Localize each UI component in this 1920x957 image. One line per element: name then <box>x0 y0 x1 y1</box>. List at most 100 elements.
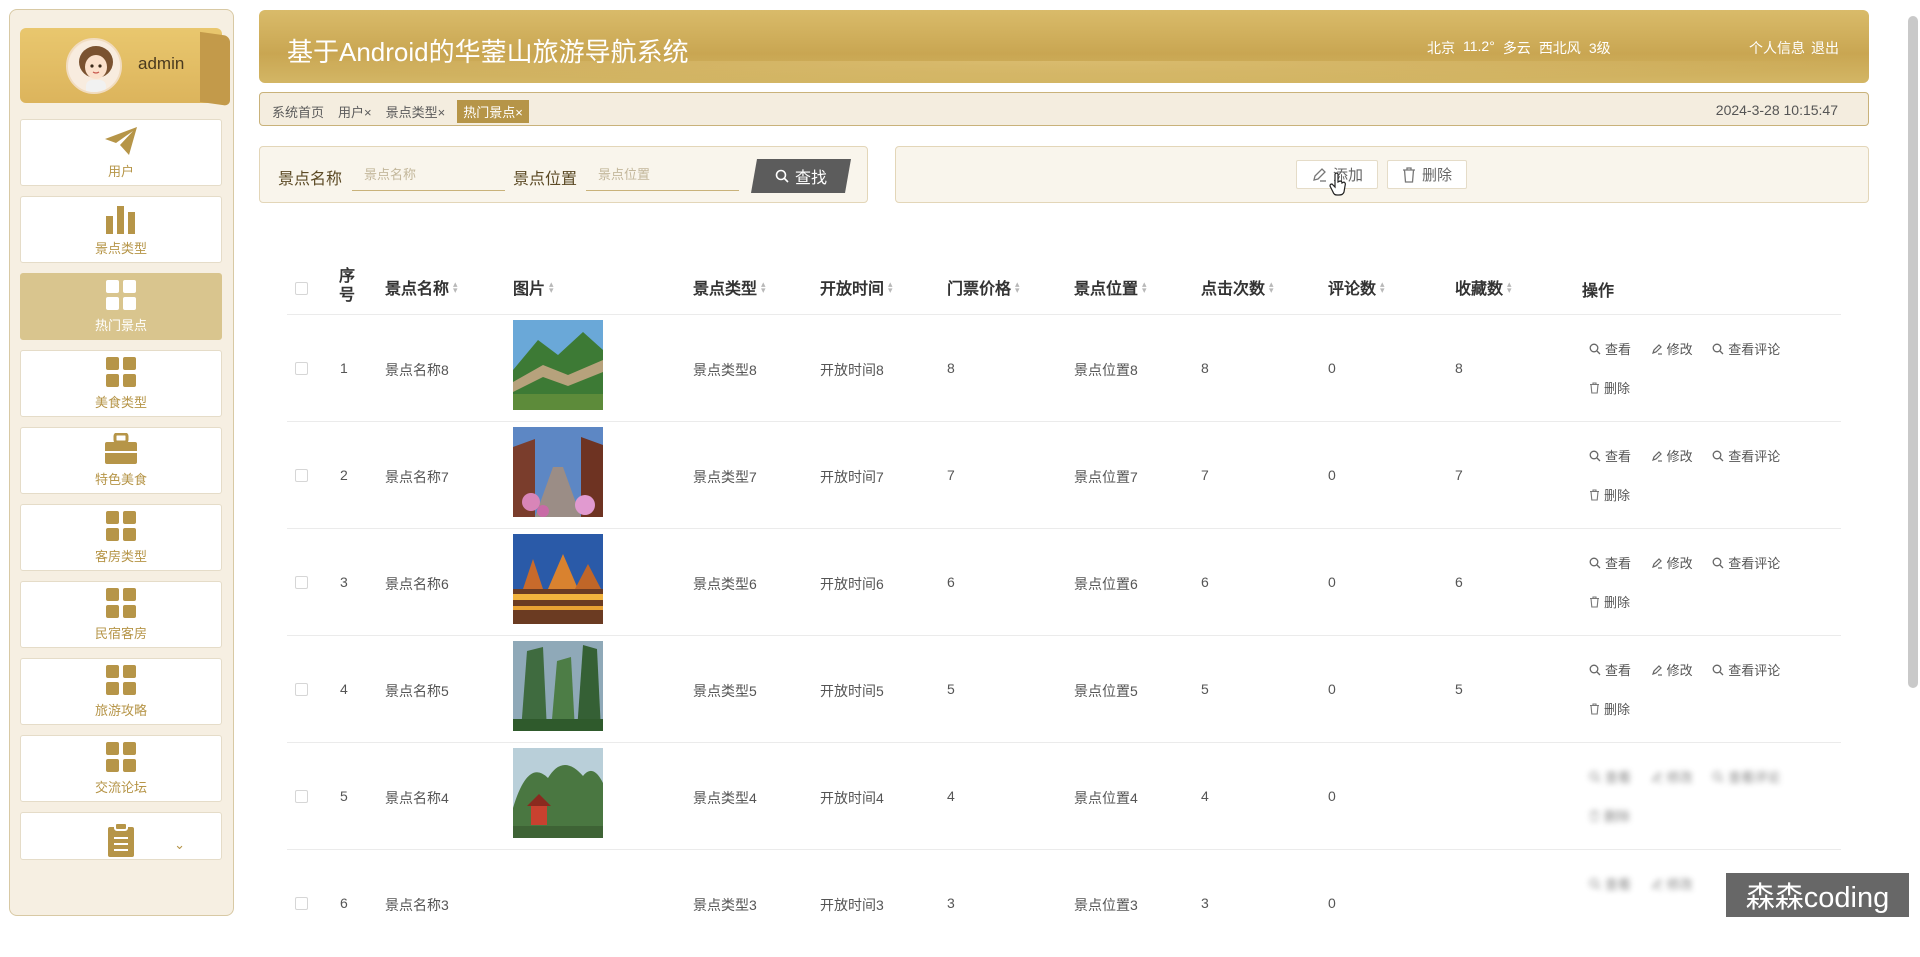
tab-home[interactable]: 系统首页 <box>270 100 326 123</box>
cell-favorites: 8 <box>1455 360 1463 376</box>
scenic-image[interactable] <box>513 427 603 517</box>
tab-bar: 系统首页 用户× 景点类型× 热门景点× 2024-3-28 10:15:47 <box>259 92 1869 126</box>
row-actions: 查看 修改 查看评论 删除 <box>1589 553 1829 631</box>
edit-button[interactable]: 修改 <box>1651 767 1693 786</box>
view-button[interactable]: 查看 <box>1589 660 1631 679</box>
edit-button[interactable]: 修改 <box>1651 553 1693 572</box>
user-card-flap <box>200 31 230 107</box>
sort-icon: ▴ ▾ <box>1015 279 1020 295</box>
row-delete-button[interactable]: 删除 <box>1589 806 1630 825</box>
col-clicks[interactable]: 点击次数 ▴ ▾ <box>1201 275 1274 299</box>
row-checkbox[interactable] <box>295 897 308 910</box>
search-icon <box>1589 557 1601 568</box>
cell-clicks: 7 <box>1201 467 1209 483</box>
cell-location: 景点位置4 <box>1074 790 1138 806</box>
table-row: 4 景点名称5 景点类型5 开放时间5 5 景点位置5 5 0 5 查看 修改 … <box>287 636 1841 743</box>
briefcase-icon <box>105 433 137 464</box>
edit-label: 修改 <box>1666 663 1693 678</box>
sidebar-item-hot-spots[interactable]: 热门景点 <box>20 273 222 340</box>
view-button[interactable]: 查看 <box>1589 553 1631 572</box>
scenic-image[interactable] <box>513 534 603 624</box>
edit-icon <box>1313 167 1326 182</box>
location-search-input[interactable] <box>586 159 739 191</box>
sidebar-item-more[interactable]: ⌄ <box>20 812 222 860</box>
row-delete-button[interactable]: 删除 <box>1589 378 1630 397</box>
view-button[interactable]: 查看 <box>1589 874 1631 893</box>
view-comments-button[interactable]: 查看评论 <box>1712 553 1780 572</box>
col-location[interactable]: 景点位置 ▴ ▾ <box>1074 275 1147 299</box>
scenic-image[interactable] <box>513 320 603 410</box>
col-name[interactable]: 景点名称 ▴ ▾ <box>385 275 458 299</box>
col-ops: 操作 <box>1582 283 1615 300</box>
edit-button[interactable]: 修改 <box>1651 660 1693 679</box>
sort-icon: ▴ ▾ <box>453 279 458 295</box>
view-comments-button[interactable]: 查看评论 <box>1712 660 1780 679</box>
row-checkbox[interactable] <box>295 362 308 375</box>
row-delete-button[interactable]: 删除 <box>1589 699 1630 718</box>
name-search-input[interactable] <box>352 159 505 191</box>
cell-price: 4 <box>947 788 955 804</box>
cell-location: 景点位置3 <box>1074 897 1138 913</box>
col-price[interactable]: 门票价格 ▴ ▾ <box>947 275 1020 299</box>
delete-button[interactable]: 删除 <box>1387 160 1468 189</box>
edit-button[interactable]: 修改 <box>1651 339 1693 358</box>
col-type-label: 景点类型 <box>693 281 758 298</box>
action-panel: 添加 删除 <box>895 146 1869 203</box>
trash-icon <box>1403 166 1415 183</box>
sidebar-item-room-types[interactable]: 客房类型 <box>20 504 222 571</box>
sidebar-item-label: 用户 <box>107 164 134 179</box>
sidebar-item-users[interactable]: 用户 <box>20 119 222 186</box>
cell-type: 景点类型5 <box>693 683 757 699</box>
edit-button[interactable]: 修改 <box>1651 874 1693 893</box>
row-delete-button[interactable]: 删除 <box>1589 485 1630 504</box>
view-button[interactable]: 查看 <box>1589 767 1631 786</box>
row-checkbox[interactable] <box>295 790 308 803</box>
col-favorites[interactable]: 收藏数 ▴ ▾ <box>1455 275 1512 299</box>
sidebar-item-travel-guides[interactable]: 旅游攻略 <box>20 658 222 725</box>
scenic-image[interactable] <box>513 748 603 838</box>
col-image[interactable]: 图片 ▴ ▾ <box>513 275 554 299</box>
edit-label: 修改 <box>1666 877 1693 892</box>
search-button[interactable]: 查找 <box>751 159 851 193</box>
row-delete-button[interactable]: 删除 <box>1589 592 1630 611</box>
sidebar-item-food-types[interactable]: 美食类型 <box>20 350 222 417</box>
tab-hot-spots[interactable]: 热门景点× <box>457 100 529 123</box>
sidebar-item-forum[interactable]: 交流论坛 <box>20 735 222 802</box>
search-icon <box>1712 664 1724 675</box>
avatar[interactable] <box>66 38 122 94</box>
view-button[interactable]: 查看 <box>1589 446 1631 465</box>
old-town-photo <box>513 427 603 517</box>
tab-users[interactable]: 用户× <box>336 100 374 123</box>
profile-link[interactable]: 个人信息 <box>1749 38 1805 58</box>
row-checkbox[interactable] <box>295 576 308 589</box>
grid-icon <box>106 357 136 387</box>
col-type[interactable]: 景点类型 ▴ ▾ <box>693 275 766 299</box>
col-image-label: 图片 <box>513 281 546 298</box>
select-all-checkbox[interactable] <box>295 282 308 295</box>
grid-icon <box>106 588 136 618</box>
paper-plane-icon <box>105 127 137 155</box>
col-comments[interactable]: 评论数 ▴ ▾ <box>1328 275 1385 299</box>
tab-scenic-types[interactable]: 景点类型× <box>384 100 448 123</box>
cell-name: 景点名称7 <box>385 469 449 485</box>
edit-label: 修改 <box>1666 449 1693 464</box>
view-comments-label: 查看评论 <box>1728 449 1781 464</box>
page-scrollbar[interactable] <box>1908 16 1918 688</box>
scenic-image[interactable] <box>513 641 603 731</box>
sidebar-item-scenic-types[interactable]: 景点类型 <box>20 196 222 263</box>
sidebar-item-guesthouse-rooms[interactable]: 民宿客房 <box>20 581 222 648</box>
sidebar-item-label: 民宿客房 <box>94 626 147 641</box>
edit-button[interactable]: 修改 <box>1651 446 1693 465</box>
view-comments-button[interactable]: 查看评论 <box>1712 446 1780 465</box>
sidebar-item-special-food[interactable]: 特色美食 <box>20 427 222 494</box>
logout-link[interactable]: 退出 <box>1811 38 1839 58</box>
view-comments-button[interactable]: 查看评论 <box>1712 767 1780 786</box>
col-open-time[interactable]: 开放时间 ▴ ▾ <box>820 275 893 299</box>
view-button[interactable]: 查看 <box>1589 339 1631 358</box>
view-comments-button[interactable]: 查看评论 <box>1712 339 1780 358</box>
cell-comments: 0 <box>1328 681 1336 697</box>
cell-type: 景点类型4 <box>693 790 757 806</box>
edit-icon <box>1651 771 1662 783</box>
row-checkbox[interactable] <box>295 683 308 696</box>
row-checkbox[interactable] <box>295 469 308 482</box>
